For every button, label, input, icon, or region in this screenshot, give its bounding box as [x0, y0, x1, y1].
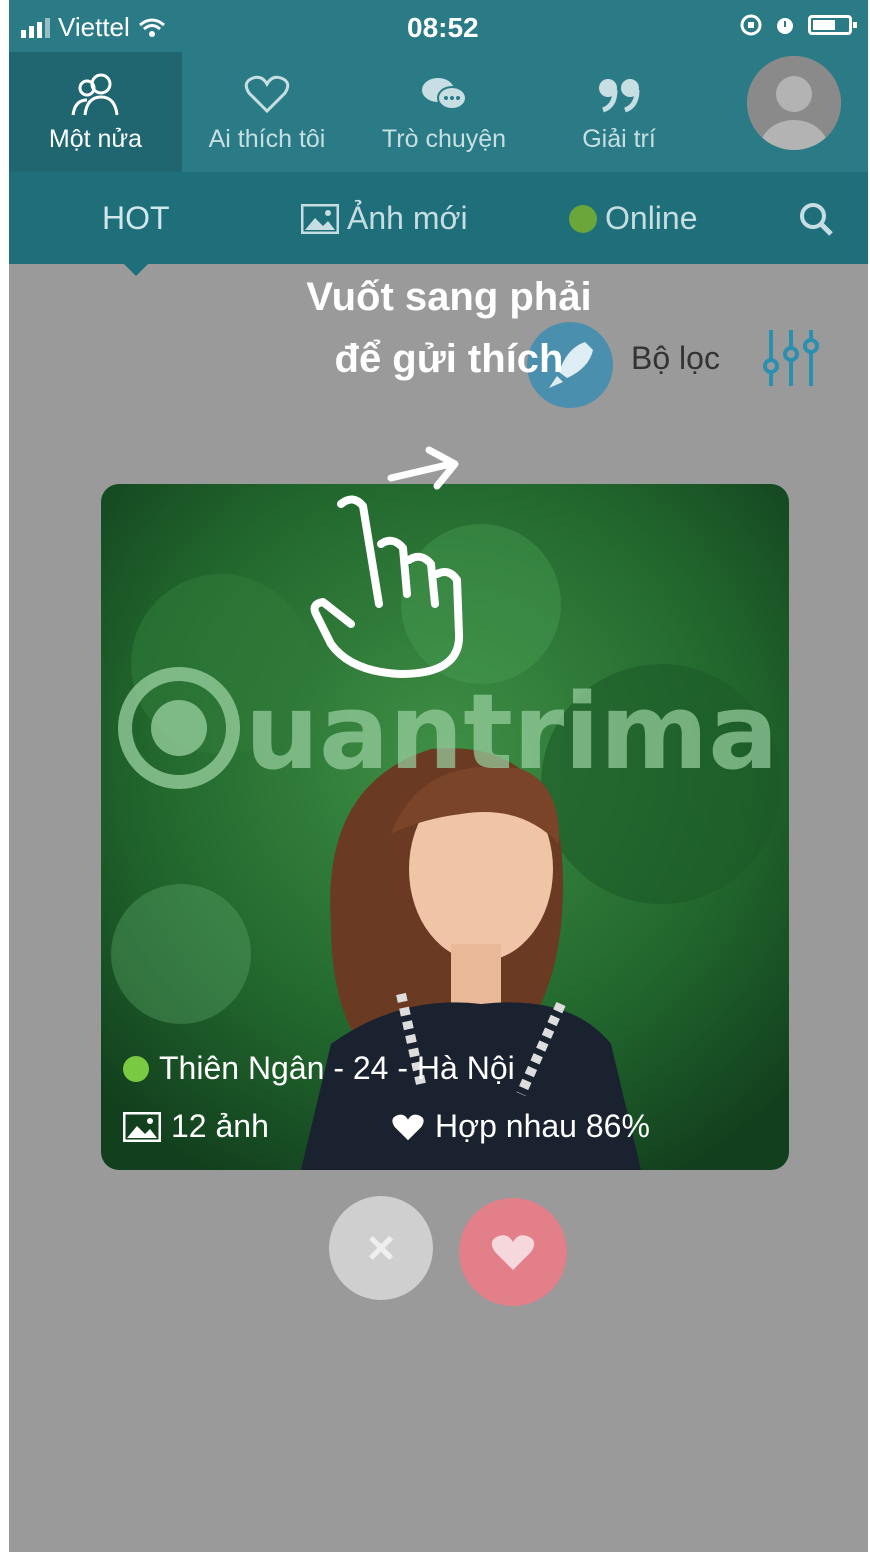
quote-icon: [597, 71, 641, 117]
tab-hot-label: HOT: [102, 200, 170, 236]
tab-new-photos[interactable]: Ảnh mới: [301, 200, 468, 237]
profile-name: Thiên Ngân - 24 - Hà Nội: [159, 1050, 515, 1086]
swipe-arrow-icon: [387, 446, 459, 490]
tab-online-label: Online: [605, 200, 698, 236]
profile-card[interactable]: Thiên Ngân - 24 - Hà Nội 12 ảnh Hợp nhau…: [101, 484, 789, 1170]
tab-online[interactable]: Online: [569, 200, 698, 237]
swipe-hint-line2: để gửi thích: [334, 337, 564, 381]
active-subtab-indicator: [124, 264, 148, 276]
like-button[interactable]: [459, 1198, 567, 1306]
carrier-name: Viettel: [58, 12, 130, 42]
nav-item-ai-thich-toi[interactable]: Ai thích tôi: [192, 52, 342, 172]
sub-nav: HOT Ảnh mới Online: [9, 172, 868, 264]
clock: 08:52: [407, 12, 479, 43]
wifi-icon: [138, 18, 165, 37]
online-status-icon: [123, 1055, 149, 1082]
nav-label: Ai thích tôi: [208, 124, 326, 153]
nav-label: Trò chuyện: [381, 124, 507, 153]
battery-icon: [808, 15, 857, 35]
alarm-icon: [777, 18, 793, 34]
signal-icon: [21, 17, 50, 38]
match-percent: Hợp nhau 86%: [435, 1108, 650, 1144]
nav-item-tro-chuyen[interactable]: Trò chuyện: [359, 52, 529, 172]
status-icons: [740, 14, 857, 36]
watermark-logo: uantrimang: [117, 662, 868, 807]
top-nav: Một nửa Ai thích tôi Trò chuyện Giải trí: [9, 52, 868, 172]
search-icon: [800, 203, 833, 236]
avatar[interactable]: [747, 56, 841, 150]
nav-item-giai-tri[interactable]: Giải trí: [549, 52, 689, 172]
online-dot-icon: [569, 204, 597, 233]
heart-outline-icon: [244, 71, 290, 117]
search-button[interactable]: [799, 202, 833, 236]
image-icon: [123, 1111, 161, 1142]
tab-new-photos-label: Ảnh mới: [347, 200, 468, 236]
nav-label: Một nửa: [48, 124, 143, 153]
dismiss-button[interactable]: ×: [329, 1196, 433, 1300]
swipe-hint-line1: Vuốt sang phải: [306, 275, 592, 319]
sliders-icon[interactable]: [761, 326, 823, 395]
rotation-lock-icon: [740, 14, 762, 36]
carrier-info: Viettel: [21, 12, 166, 43]
svg-text:uantrimang: uantrimang: [245, 671, 777, 793]
photo-count: 12 ảnh: [171, 1108, 269, 1144]
tab-hot[interactable]: HOT: [102, 200, 170, 237]
phone-screen: Viettel 08:52 Một nửa Ai thích tôi Trò c…: [9, 0, 868, 1552]
heart-icon: [392, 1114, 424, 1140]
people-icon: [67, 71, 125, 117]
nav-label: Giải trí: [582, 124, 656, 153]
close-icon: ×: [366, 1221, 396, 1275]
profile-photos-row[interactable]: 12 ảnh: [123, 1108, 269, 1145]
profile-name-row: Thiên Ngân - 24 - Hà Nội: [123, 1050, 515, 1087]
status-bar: Viettel 08:52: [9, 0, 868, 52]
nav-item-mot-nua[interactable]: Một nửa: [9, 52, 182, 172]
chat-bubbles-icon: [420, 71, 468, 117]
profile-match-row: Hợp nhau 86%: [391, 1108, 650, 1145]
image-icon: [301, 203, 339, 234]
heart-icon: [491, 1235, 535, 1270]
